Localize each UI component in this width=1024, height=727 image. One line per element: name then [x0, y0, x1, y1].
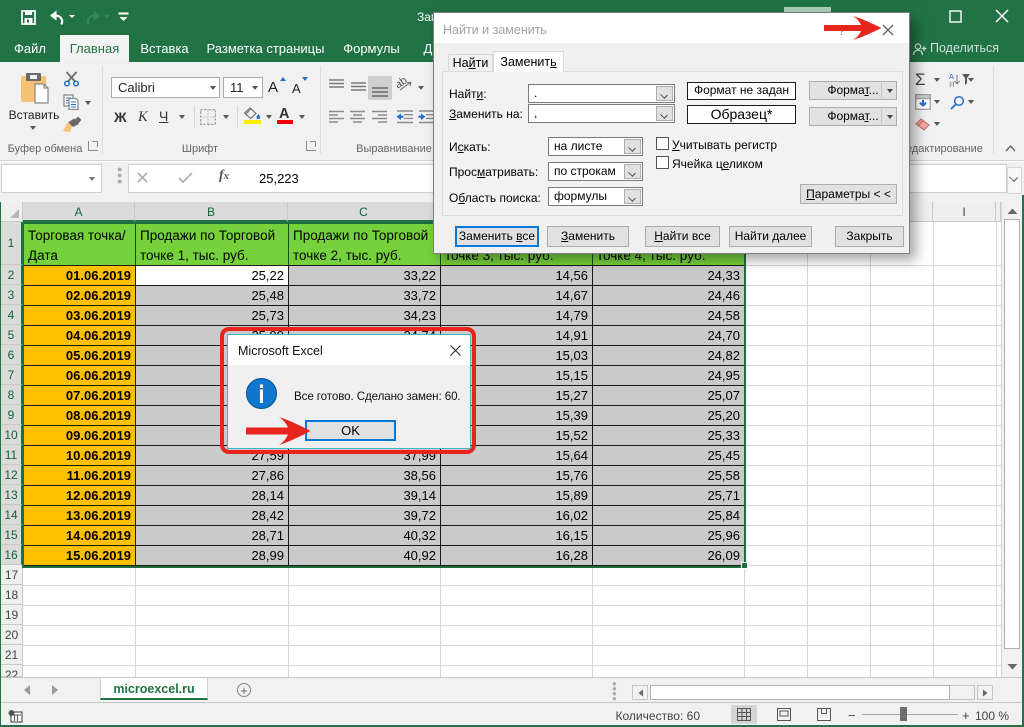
- svg-text:ab: ab: [397, 76, 410, 91]
- svg-text:Я: Я: [949, 80, 954, 87]
